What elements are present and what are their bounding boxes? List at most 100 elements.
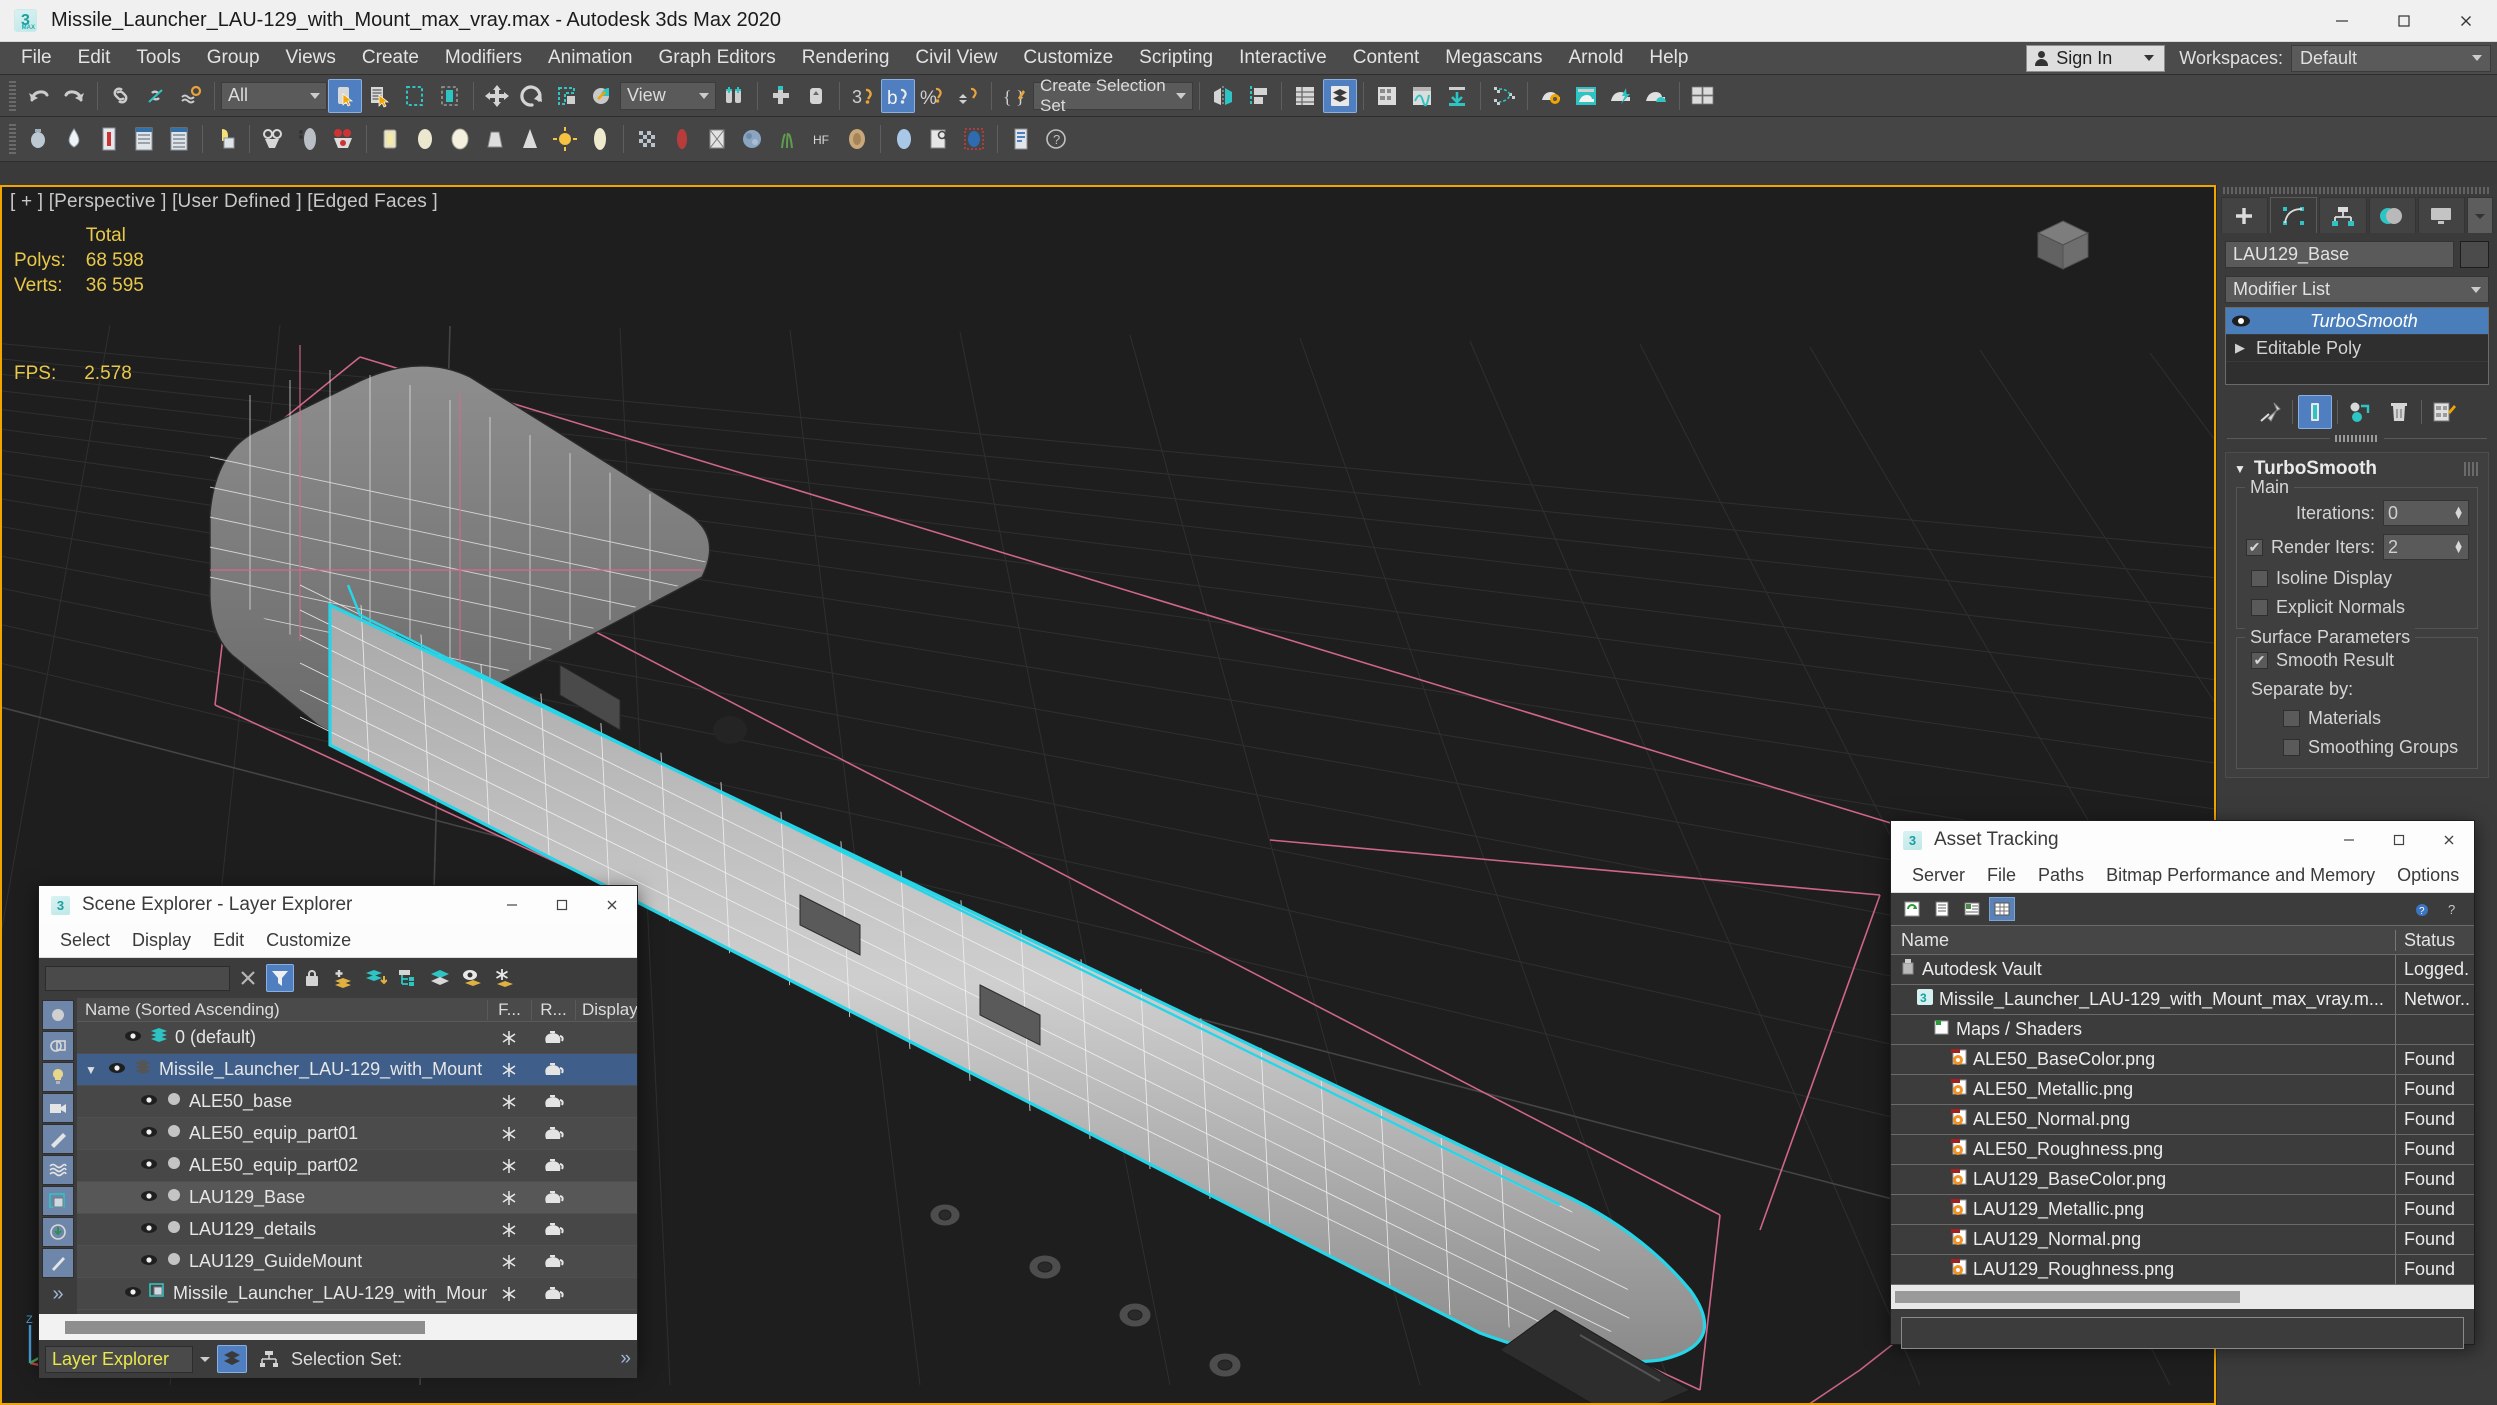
menu-file[interactable]: File [1976,862,2027,889]
panel-list-icon-2[interactable] [162,122,196,156]
asset-tracking-row[interactable]: LAU129_Roughness.pngFound [1891,1255,2474,1285]
visibility-eye-icon[interactable] [123,1283,143,1304]
modifier-stack-item-turbosmooth[interactable]: TurboSmooth [2226,308,2488,335]
scene-explorer-icon[interactable] [1288,79,1322,113]
selected-bitmap-icon[interactable] [957,122,991,156]
select-and-move-icon[interactable] [480,79,514,113]
sign-in-button[interactable]: Sign In [2026,45,2165,72]
spinner-arrows-icon[interactable]: ▲▼ [2453,541,2464,553]
asset-tracking-row[interactable]: Autodesk VaultLogged. [1891,955,2474,985]
rollout-grip-icon[interactable] [2464,462,2480,476]
selection-filter-dropdown[interactable]: All [221,82,327,110]
menu-file[interactable]: File [8,43,65,73]
render-cell[interactable] [531,1062,575,1077]
help-circle-icon[interactable]: ? [1039,122,1073,156]
scene-explorer-window[interactable]: 3 Scene Explorer - Layer Explorer Select… [38,885,638,1367]
object-name-field[interactable]: LAU129_Base [2225,241,2454,268]
scene-explorer-row[interactable]: ▼Missile_Launcher_LAU-129_with_Mount [77,1054,637,1086]
freeze-cell[interactable] [487,1030,531,1046]
shapes-filter-icon[interactable] [42,1031,74,1061]
list-view-icon[interactable] [1929,897,1955,921]
expand-more-icon[interactable]: » [620,1348,631,1370]
selection-set-dropdown[interactable]: Create Selection Set [1033,82,1193,110]
menu-content[interactable]: Content [1340,43,1433,73]
freeze-cell[interactable] [487,1158,531,1174]
menu-arnold[interactable]: Arnold [1555,43,1636,73]
menu-create[interactable]: Create [349,43,432,73]
layer-explorer-icon[interactable] [1323,79,1357,113]
undo-icon[interactable] [22,79,56,113]
column-freeze[interactable]: F... [487,1000,531,1020]
render-cell[interactable] [531,1222,575,1237]
column-name[interactable]: Name (Sorted Ascending) [77,1000,487,1020]
schematic-view-icon[interactable] [1440,79,1474,113]
freeze-cell[interactable] [487,1286,531,1302]
freeze-cell[interactable] [487,1126,531,1142]
sun-light-icon[interactable] [548,122,582,156]
minimize-button[interactable] [487,886,537,924]
layers-icon[interactable] [426,964,454,992]
menu-options[interactable]: Options [2386,862,2470,889]
light-bulb-icon[interactable] [2230,313,2252,329]
sphere-material-icon[interactable] [443,122,477,156]
mirror-icon[interactable] [1206,79,1240,113]
snaps-toggle-3d-icon[interactable]: 3 [846,79,880,113]
materials-checkbox[interactable] [2283,710,2300,727]
render-cell[interactable] [531,1254,575,1269]
maximize-button[interactable] [2373,0,2435,42]
collapse-triangle-icon[interactable]: ▼ [2234,462,2246,476]
asset-tracking-row[interactable]: ALE50_Metallic.pngFound [1891,1075,2474,1105]
remove-modifier-icon[interactable] [2382,395,2416,429]
wood-map-icon[interactable] [840,122,874,156]
toolbar-grip[interactable] [9,81,16,111]
hair-fur-icon[interactable] [770,122,804,156]
compact-material-editor-icon[interactable] [1370,79,1404,113]
box-map-icon[interactable] [373,122,407,156]
visibility-eye-icon[interactable] [139,1155,159,1176]
scrollbar-thumb[interactable] [65,1321,425,1334]
freeze-cell[interactable] [487,1190,531,1206]
close-button[interactable] [2424,821,2474,859]
reference-coordinate-dropdown[interactable]: View [620,82,716,110]
visibility-eye-icon[interactable] [139,1219,159,1240]
gradient-ramp-icon[interactable] [700,122,734,156]
minimize-button[interactable] [2324,821,2374,859]
motion-tab[interactable] [2369,197,2416,233]
groups-filter-icon[interactable] [42,1186,74,1216]
isoline-display-checkbox[interactable] [2251,570,2268,587]
detail-view-icon[interactable] [1959,897,1985,921]
named-selection-sets-icon[interactable]: { } [998,79,1032,113]
bind-to-space-warp-icon[interactable] [174,79,208,113]
spacewarps-filter-icon[interactable] [42,1155,74,1185]
close-button[interactable] [587,886,637,924]
cameras-filter-icon[interactable] [42,1093,74,1123]
camera-icon[interactable] [256,122,290,156]
percent-snap-toggle-icon[interactable]: % [916,79,950,113]
select-and-link-icon[interactable] [104,79,138,113]
menu-help[interactable]: Help [1636,43,1701,73]
asset-tracking-row[interactable]: LAU129_Metallic.pngFound [1891,1195,2474,1225]
scene-explorer-row[interactable]: LAU129_Base [77,1182,637,1214]
render-cell[interactable] [531,1094,575,1109]
xrefs-filter-icon[interactable] [42,1217,74,1247]
ellipse-material-icon[interactable] [583,122,617,156]
hierarchy-explorer-mode-icon[interactable] [254,1345,284,1373]
menu-views[interactable]: Views [273,43,349,73]
visibility-eye-icon[interactable] [123,1027,143,1048]
hf-map-icon[interactable]: HF [805,122,839,156]
freeze-cell[interactable] [487,1222,531,1238]
layers-down-icon[interactable] [362,964,390,992]
particle-view-icon[interactable] [1487,79,1521,113]
menu-customize[interactable]: Customize [1010,43,1126,73]
select-and-rotate-icon[interactable] [515,79,549,113]
asset-tracking-row[interactable]: LAU129_Normal.pngFound [1891,1225,2474,1255]
help-new-icon[interactable]: ? [2410,897,2436,921]
menu-display[interactable]: Display [121,927,202,954]
scene-explorer-horizontal-scrollbar[interactable] [39,1314,637,1340]
scene-explorer-row[interactable]: Missile_Launcher_LAU-129_with_Mount [77,1278,637,1310]
explorer-mode-field[interactable]: Layer Explorer [45,1346,193,1373]
visibility-eye-icon[interactable] [139,1251,159,1272]
help-icon[interactable]: ? [2440,897,2466,921]
expand-more-icon[interactable]: » [52,1279,63,1314]
configure-modifier-sets-icon[interactable] [2427,395,2461,429]
